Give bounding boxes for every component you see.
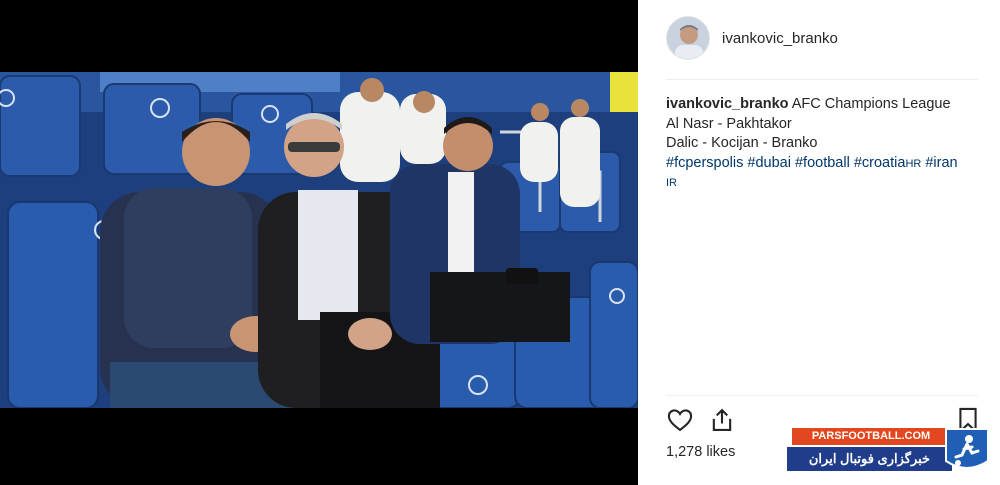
flag-code-hr: HR xyxy=(905,157,922,170)
caption-line-2: Al Nasr - Pakhtakor xyxy=(666,115,792,132)
avatar-image xyxy=(667,17,709,59)
caption-author-link[interactable]: ivankovic_branko xyxy=(666,96,789,112)
header-divider xyxy=(666,79,978,80)
post-side-panel: ivankovic_branko ivankovic_branko AFC Ch… xyxy=(638,0,1000,485)
likes-count[interactable]: 1,278 likes xyxy=(666,444,735,460)
flag-code-ir: IR xyxy=(666,177,677,189)
share-icon[interactable] xyxy=(708,406,736,434)
parsfootball-watermark: PARSFOOTBALL.COM خبرگزاری فوتبال ایران xyxy=(787,425,995,477)
username-link[interactable]: ivankovic_branko xyxy=(722,30,838,47)
hashtag-link[interactable]: #croatiaHR xyxy=(854,155,921,171)
hashtag-text: #croatia xyxy=(853,154,906,171)
media-pane xyxy=(0,0,638,485)
post-header: ivankovic_branko xyxy=(638,0,1000,80)
heart-icon[interactable] xyxy=(666,406,694,434)
watermark-site: PARSFOOTBALL.COM xyxy=(792,428,950,445)
post-photo-image xyxy=(0,72,638,408)
hashtag-link[interactable]: #iran xyxy=(925,155,957,171)
caption-line-3: Dalic - Kocijan - Branko xyxy=(666,135,818,151)
hashtag-link[interactable]: #fcperspolis xyxy=(666,155,743,171)
watermark-tagline: خبرگزاری فوتبال ایران xyxy=(787,447,952,471)
actions-divider xyxy=(666,395,978,396)
caption-line-1: AFC Champions League xyxy=(791,96,951,112)
watermark-logo-icon xyxy=(942,427,992,475)
post-photo[interactable] xyxy=(0,72,638,408)
hashtag-link[interactable]: #football xyxy=(795,155,850,171)
hashtag-link[interactable]: #dubai xyxy=(747,155,791,171)
post-caption: ivankovic_branko AFC Champions League Al… xyxy=(666,95,986,194)
avatar[interactable] xyxy=(666,16,710,60)
